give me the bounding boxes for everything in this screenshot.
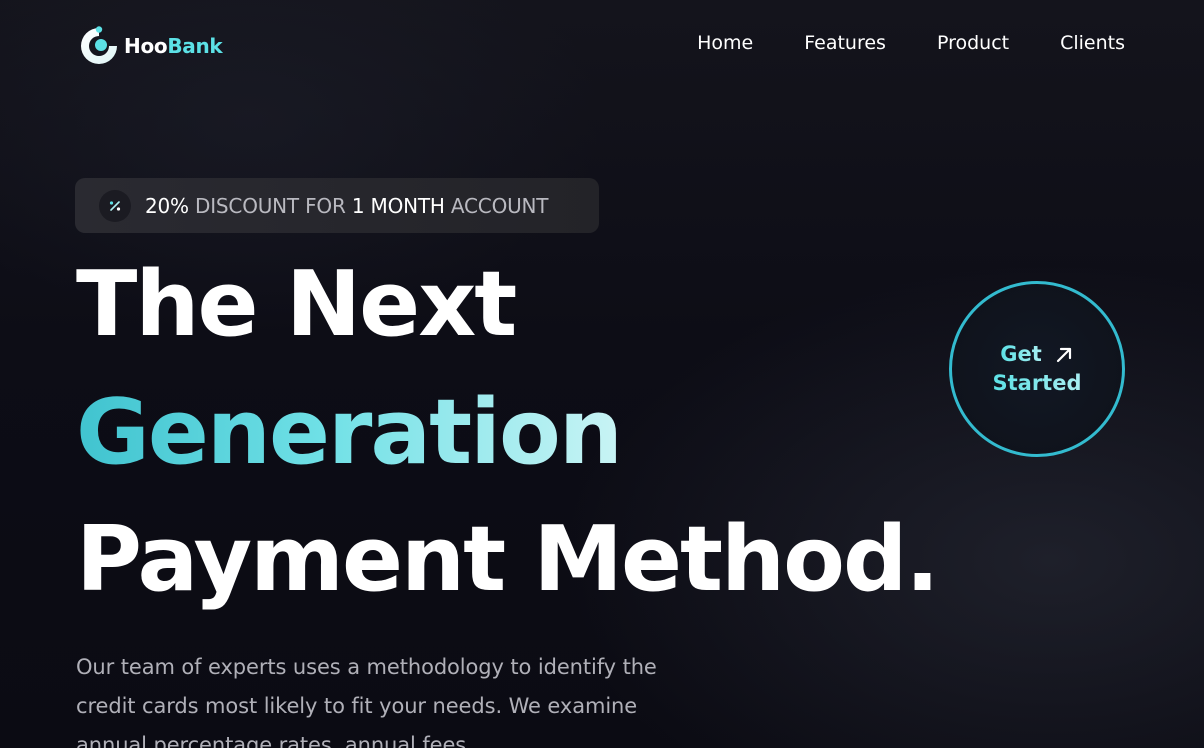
nav-link-clients[interactable]: Clients	[1060, 32, 1125, 54]
logo[interactable]: HooBank	[78, 24, 223, 68]
get-started-label-line-2: Started	[992, 369, 1081, 398]
hero-heading-line-2: Generation	[76, 380, 623, 485]
discount-end: ACCOUNT	[450, 193, 549, 218]
logo-text-bank: Bank	[167, 34, 223, 58]
nav-link-product[interactable]: Product	[937, 32, 1009, 54]
navbar: HooBank Home Features Product Clients	[0, 0, 1204, 92]
hoobank-logo-icon	[81, 26, 117, 64]
landing-page: HooBank Home Features Product Clients 20…	[0, 0, 1204, 748]
logo-text: HooBank	[124, 34, 223, 58]
nav-link-features[interactable]: Features	[804, 32, 886, 54]
discount-percent: 20%	[145, 193, 189, 218]
discount-icon	[99, 189, 131, 222]
hero-heading-line-3: Payment Method.	[76, 507, 940, 612]
logo-text-hoo: Hoo	[124, 34, 168, 58]
get-started-button[interactable]: Get Started	[949, 281, 1125, 457]
discount-mid: DISCOUNT FOR	[195, 193, 346, 218]
get-started-label-line-1: Get	[1000, 340, 1042, 369]
discount-period: 1 MONTH	[351, 193, 445, 218]
discount-text: 20% DISCOUNT FOR 1 MONTH ACCOUNT	[145, 193, 549, 218]
hero-description: Our team of experts uses a methodology t…	[76, 655, 657, 748]
discount-badge: 20% DISCOUNT FOR 1 MONTH ACCOUNT	[75, 178, 599, 233]
get-started-row: Get	[1000, 340, 1074, 369]
hero-heading-line-1: The Next	[76, 252, 517, 357]
nav-link-home[interactable]: Home	[697, 32, 753, 54]
arrow-up-right-icon	[1056, 347, 1071, 362]
nav-links: Home Features Product Clients	[697, 32, 1125, 54]
